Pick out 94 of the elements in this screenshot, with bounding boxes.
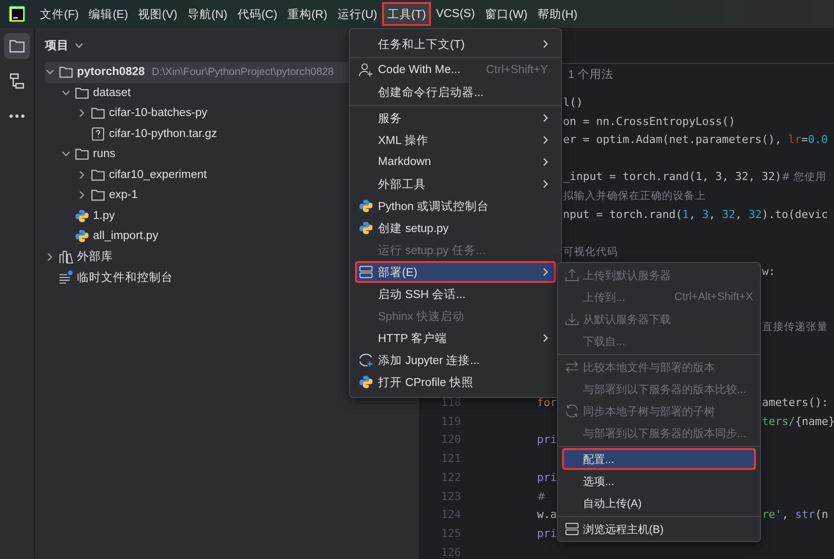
tree-item[interactable]: cifar-10-python.tar.gz (109, 128, 218, 140)
menu-bar-item[interactable]: 文件(F) (35, 2, 84, 26)
code-text: _input = torch.rand(1, 3, 32, 32)# 您使用 (563, 170, 827, 184)
code-text: pri (537, 527, 557, 540)
menu-item[interactable]: 打开 CProfile 快照 (355, 371, 556, 393)
menu-bar-item[interactable]: 重构(R) (282, 2, 332, 26)
folder-icon (75, 86, 89, 100)
menu-item[interactable]: Python 或调试控制台 (355, 195, 556, 217)
tree-item[interactable]: 临时文件和控制台 (77, 270, 173, 285)
tree-item[interactable]: exp-1 (109, 189, 138, 202)
tree-item[interactable]: pytorch0828 (77, 66, 145, 78)
menu-item[interactable]: 自动上传(A) (562, 492, 756, 514)
menu-bar-item[interactable]: 视图(V) (133, 2, 182, 26)
tree-item[interactable]: dataset (93, 86, 131, 99)
python-icon (75, 208, 89, 223)
code-text: re', str(n (762, 508, 828, 522)
menu-item[interactable]: 部署(E) (355, 261, 556, 283)
sync-icon (565, 404, 579, 418)
menu-item[interactable]: 配置... (562, 448, 756, 470)
download-icon (565, 312, 579, 326)
menu-bar-item[interactable]: VCS(S) (430, 2, 480, 26)
server-icon (359, 265, 373, 279)
scratch-icon (59, 270, 73, 284)
tree-item[interactable]: cifar10_experiment (109, 168, 207, 181)
menu-bar-item[interactable]: 运行(U) (332, 2, 382, 26)
project-path: D:\Xin\Four\PythonProject\pytorch0828 (152, 66, 334, 78)
bar-chart-icon (59, 250, 73, 264)
code-text: # (537, 490, 546, 503)
chevron-down-icon[interactable] (61, 88, 71, 98)
code-text: nput = torch.rand(1, 3, 32, 32).to(devic (563, 208, 828, 222)
compare-arrows-icon (565, 360, 579, 374)
menu-item[interactable]: 服务 (355, 107, 556, 129)
folder-icon (91, 168, 105, 182)
menu-item[interactable]: 创建命令行启动器... (355, 81, 556, 103)
python-icon (359, 221, 373, 235)
folder-icon (9, 38, 25, 54)
python-icon (75, 229, 89, 244)
folder-icon (59, 65, 73, 80)
menu-bar-item[interactable]: 导航(N) (182, 2, 232, 26)
chevron-right-icon[interactable] (77, 108, 87, 118)
chevron-right-icon[interactable] (77, 190, 87, 200)
panel-title[interactable]: 项目 (45, 38, 69, 52)
menu-bar-item[interactable]: 帮助(H) (532, 2, 582, 26)
menu-item[interactable]: XML 操作 (355, 129, 556, 151)
folder-icon (91, 106, 105, 120)
code-text: w.a (537, 508, 557, 522)
menu-item[interactable]: 任务和上下文(T) (355, 33, 556, 55)
menu-item[interactable]: 外部工具 (355, 173, 556, 195)
tool-window-button[interactable] (4, 33, 30, 59)
menu-bar-item[interactable]: 代码(C) (232, 2, 282, 26)
menu-item[interactable]: 选项... (562, 470, 756, 492)
usage-hint[interactable]: 1 个用法 (568, 67, 614, 82)
server-icon (565, 522, 579, 536)
code-text: 拟输入并确保在正确的设备上 (563, 189, 706, 202)
person-add-icon (359, 63, 373, 77)
tree-item[interactable]: 1.py (93, 210, 115, 222)
file-icon (91, 126, 105, 141)
chevron-right-icon[interactable] (45, 252, 55, 262)
menu-item[interactable]: HTTP 客户端 (355, 327, 556, 349)
code-text: w: (762, 264, 776, 278)
chevron-down-icon[interactable] (75, 42, 83, 48)
menu-item[interactable]: 添加 Jupyter 连接... (355, 349, 556, 371)
tree-item[interactable]: 外部库 (77, 249, 113, 264)
menu-item[interactable]: 启动 SSH 会话... (355, 283, 556, 305)
code-text: pri (537, 470, 557, 484)
menu-bar-item[interactable]: 编辑(E) (84, 2, 134, 26)
code-text: 直接传递张量 (762, 320, 828, 334)
python-icon (359, 199, 373, 213)
upload-icon (565, 268, 579, 282)
menu-item[interactable]: Markdown (355, 151, 556, 173)
code-text: ters/{name} (762, 414, 834, 428)
menu-item[interactable]: 创建 setup.py (355, 217, 556, 239)
code-text: 可视化代码 (563, 245, 618, 258)
jupyter-icon (359, 353, 373, 367)
chevron-right-icon[interactable] (77, 170, 87, 180)
more-icon (9, 114, 25, 118)
menu-bar-item[interactable]: 窗口(W) (480, 2, 532, 26)
app-logo (9, 6, 25, 22)
folder-icon (75, 147, 89, 162)
code-text: pri (537, 433, 557, 446)
tree-item[interactable]: runs (93, 148, 116, 160)
tree-item[interactable]: all_import.py (93, 230, 158, 242)
python-icon (359, 375, 373, 389)
menu-item[interactable]: 浏览远程主机(B) (562, 518, 756, 540)
tree-item[interactable]: cifar-10-batches-py (109, 107, 208, 120)
structure-icon (9, 73, 25, 89)
menu-bar-item[interactable]: 工具(T) (382, 2, 431, 26)
folder-icon (91, 188, 105, 202)
menu-item[interactable]: Code With Me... Ctrl+Shift+Y (355, 59, 556, 81)
code-text: ameters(): (762, 396, 828, 409)
code-text: on = nn.CrossEntropyLoss() (563, 114, 736, 128)
code-text: for (537, 396, 557, 409)
code-text: l() (563, 96, 583, 109)
code-text: er = optim.Adam(net.parameters(), lr=0.0 (563, 133, 828, 146)
